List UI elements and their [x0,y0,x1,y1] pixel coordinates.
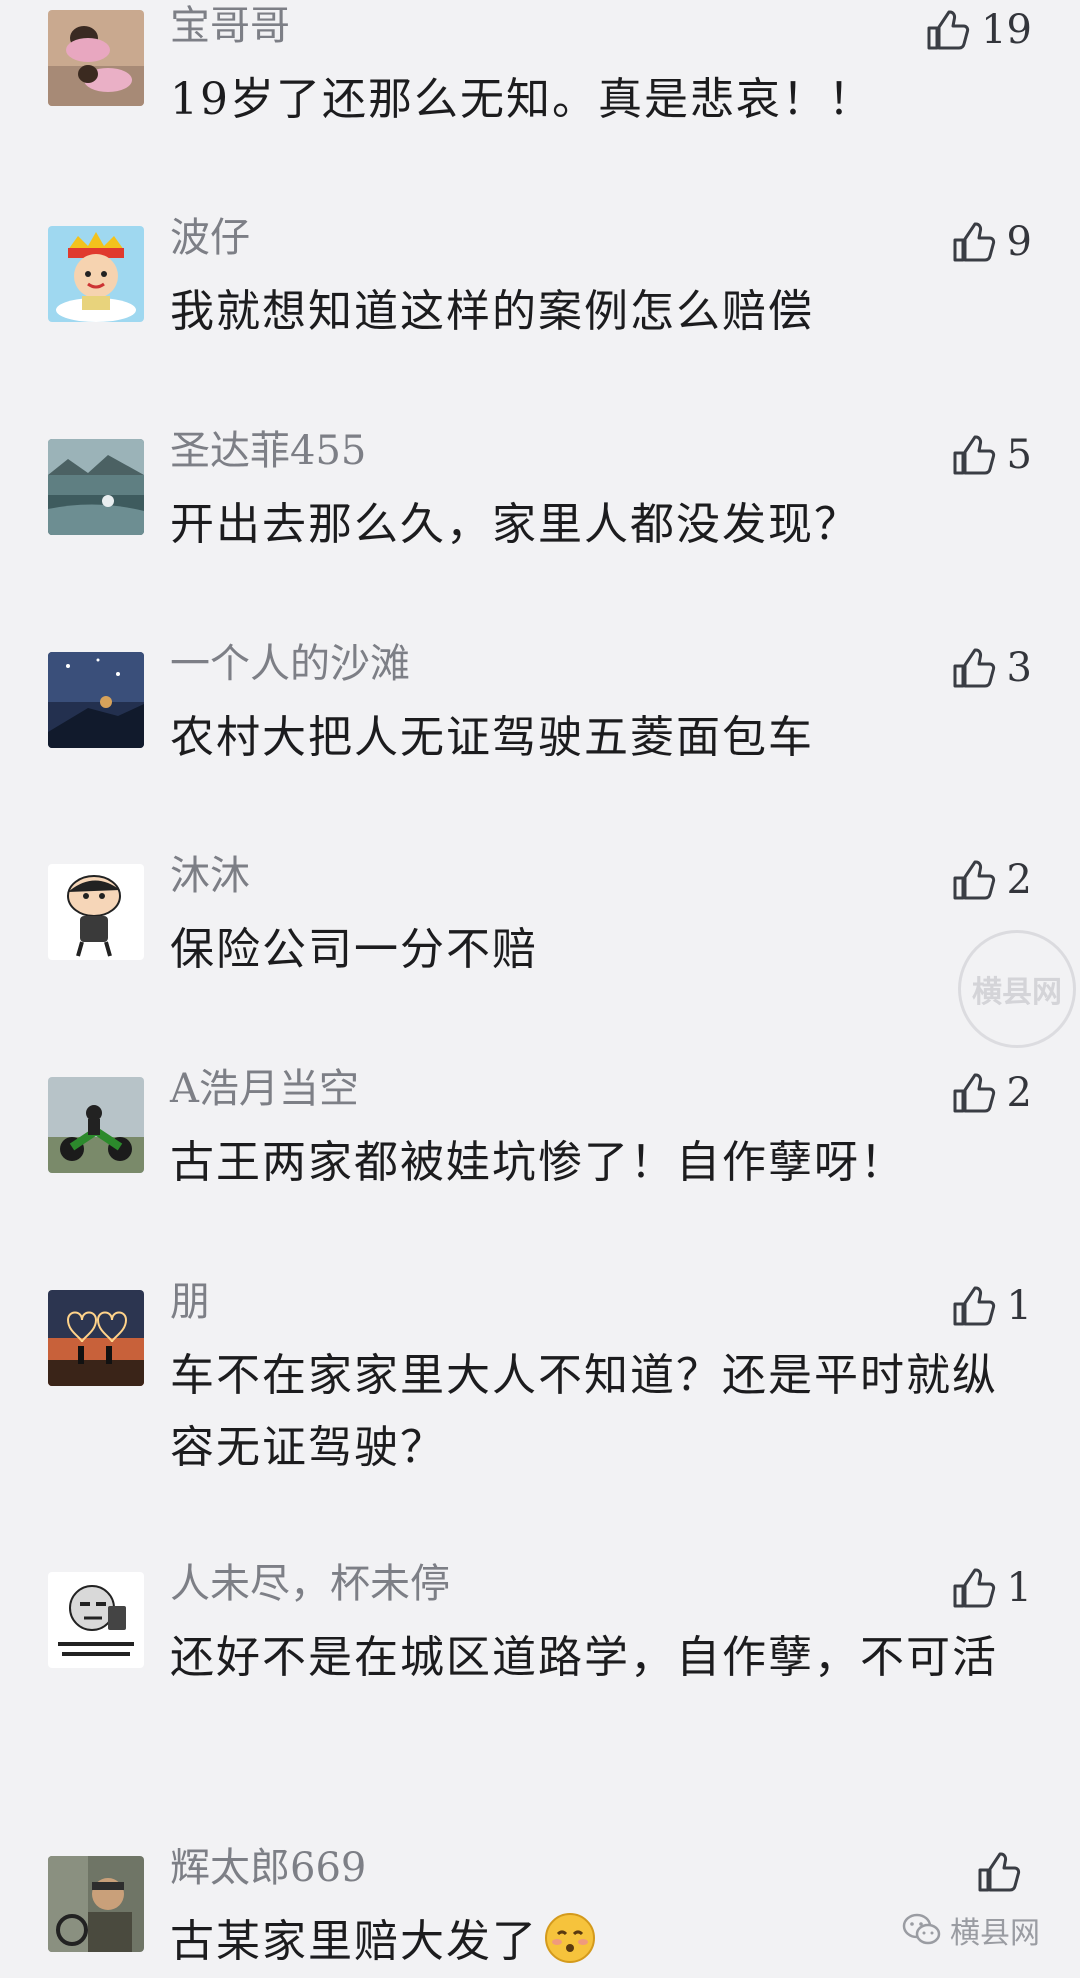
thumbs-up-icon [953,1073,995,1113]
like-button[interactable]: 3 [949,642,1032,694]
thumbs-up-icon [978,1852,1021,1892]
thumbs-up-icon [953,648,995,688]
comment-nickname[interactable]: 人未尽，杯未停 [170,1558,450,1610]
comment-nickname[interactable]: A浩月当空 [170,1063,359,1115]
thumbs-up-icon [953,1286,995,1326]
comment-text: 我就想知道这样的案例怎么赔偿 [170,286,814,337]
thumbs-up-icon [953,435,995,475]
motorcycle-avatar[interactable] [48,1077,144,1173]
like-count: 9 [1006,219,1032,265]
comment-nickname[interactable]: 沐沐 [170,850,250,902]
comment-nickname[interactable]: 一个人的沙滩 [170,638,410,690]
like-count: 2 [1006,857,1032,903]
like-count: 5 [1006,432,1032,478]
comment-text: 古某家里赔大发了 [170,1906,1020,1978]
comment-text: 保险公司一分不赔 [170,924,538,975]
comment-nickname[interactable]: 波仔 [170,212,250,264]
like-button[interactable]: 2 [949,854,1032,906]
like-button[interactable] [974,1846,1032,1898]
comment-text: 农村大把人无证驾驶五菱面包车 [170,712,814,763]
like-count: 19 [981,7,1032,53]
comment-nickname[interactable]: 宝哥哥 [170,0,290,52]
landscape-avatar[interactable] [48,439,144,535]
comment-nickname[interactable]: 辉太郎669 [170,1842,366,1894]
thumbs-up-icon [953,222,995,262]
comment-text: 古王两家都被娃坑惨了！自作孽呀！ [170,1137,906,1188]
comment-text: 19岁了还那么无知。真是悲哀！！ [170,74,874,125]
like-count: 1 [1006,1565,1032,1611]
like-button[interactable]: 1 [949,1280,1032,1332]
cartoon-character-avatar[interactable] [48,864,144,960]
meme-avatar[interactable] [48,1572,144,1668]
kids-photo-avatar[interactable] [48,10,144,106]
driver-avatar[interactable] [48,1856,144,1952]
like-button[interactable]: 5 [949,429,1032,481]
thumbs-up-icon [927,10,970,50]
comment-text: 车不在家家里大人不知道？还是平时就纵容无证驾驶？ [170,1350,998,1473]
like-count: 1 [1006,1283,1032,1329]
smirk-emoji-icon [545,1913,595,1963]
thumbs-up-icon [953,860,995,900]
comment-text-body: 古某家里赔大发了 [170,1916,538,1967]
comment-nickname[interactable]: 朋 [170,1276,210,1328]
comment-text: 开出去那么久，家里人都没发现？ [170,499,860,550]
sunset-hearts-avatar[interactable] [48,1290,144,1386]
night-sky-avatar[interactable] [48,652,144,748]
brand-watermark: 横县网 [902,1908,1040,1952]
brand-name: 横县网 [950,1916,1040,1951]
wechat-icon [902,1913,941,1945]
cartoon-boy-avatar[interactable] [48,226,144,322]
like-count: 2 [1006,1070,1032,1116]
thumbs-up-icon [953,1568,995,1608]
like-button[interactable]: 19 [923,4,1032,56]
like-button[interactable]: 1 [949,1562,1032,1614]
watermark-seal: 横县网 [958,930,1076,1048]
comment-feed: 宝哥哥 19岁了还那么无知。真是悲哀！！ 19 波仔 我就想知道这样的案例怎么赔… [0,0,1080,1978]
like-button[interactable]: 9 [949,216,1032,268]
comment-nickname[interactable]: 圣达菲455 [170,425,366,477]
like-button[interactable]: 2 [949,1067,1032,1119]
comment-text: 还好不是在城区道路学，自作孽，不可活 [170,1632,998,1683]
like-count: 3 [1006,645,1032,691]
watermark-text: 横县网 [972,975,1062,1010]
